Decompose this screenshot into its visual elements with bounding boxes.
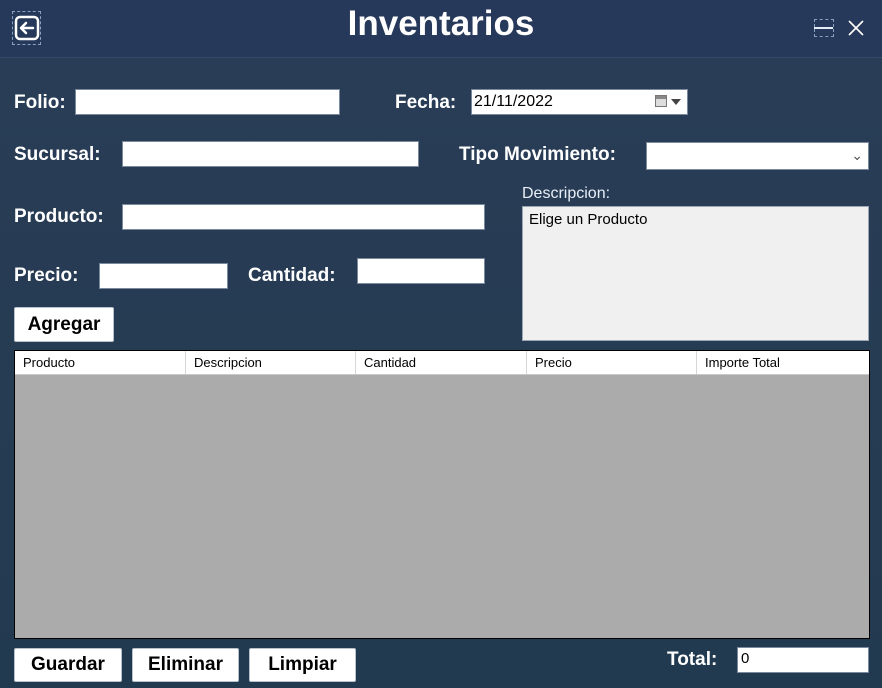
dropdown-arrow-icon[interactable] bbox=[671, 99, 681, 105]
column-header-importe-total[interactable]: Importe Total bbox=[697, 351, 869, 374]
total-value: 0 bbox=[737, 647, 869, 673]
folio-label: Folio: bbox=[14, 92, 66, 113]
producto-label: Producto: bbox=[14, 206, 104, 227]
cantidad-input[interactable] bbox=[357, 258, 485, 284]
column-header-descripcion[interactable]: Descripcion bbox=[186, 351, 356, 374]
descripcion-label: Descripcion: bbox=[522, 185, 611, 202]
agregar-button[interactable]: Agregar bbox=[14, 307, 114, 342]
column-header-cantidad[interactable]: Cantidad bbox=[356, 351, 527, 374]
eliminar-button[interactable]: Eliminar bbox=[132, 648, 239, 682]
title-bar: Inventarios bbox=[0, 0, 882, 58]
items-grid[interactable]: Producto Descripcion Cantidad Precio Imp… bbox=[14, 350, 870, 639]
precio-input[interactable] bbox=[99, 263, 228, 289]
tipo-movimiento-label: Tipo Movimiento: bbox=[459, 144, 616, 165]
precio-label: Precio: bbox=[14, 265, 79, 286]
tipo-movimiento-select[interactable]: ⌄ bbox=[646, 142, 869, 170]
close-icon bbox=[848, 20, 864, 36]
minimize-button[interactable] bbox=[813, 18, 835, 40]
column-header-precio[interactable]: Precio bbox=[527, 351, 697, 374]
producto-input[interactable] bbox=[122, 204, 485, 230]
guardar-button[interactable]: Guardar bbox=[14, 648, 122, 682]
sucursal-input[interactable] bbox=[122, 141, 419, 167]
fecha-value: 21/11/2022 bbox=[474, 93, 553, 110]
total-label: Total: bbox=[667, 649, 718, 670]
sucursal-label: Sucursal: bbox=[14, 144, 101, 165]
window-title: Inventarios bbox=[347, 4, 535, 43]
grid-header: Producto Descripcion Cantidad Precio Imp… bbox=[15, 351, 869, 375]
cantidad-label: Cantidad: bbox=[248, 265, 336, 286]
limpiar-button[interactable]: Limpiar bbox=[249, 648, 356, 682]
descripcion-textbox: Elige un Producto bbox=[522, 206, 869, 341]
fecha-label: Fecha: bbox=[395, 92, 457, 113]
chevron-down-icon: ⌄ bbox=[851, 147, 863, 163]
calendar-icon[interactable] bbox=[655, 95, 667, 107]
close-button[interactable] bbox=[846, 18, 868, 40]
column-header-producto[interactable]: Producto bbox=[15, 351, 186, 374]
folio-input[interactable] bbox=[75, 89, 340, 115]
fecha-date-picker[interactable]: 21/11/2022 bbox=[471, 89, 688, 115]
